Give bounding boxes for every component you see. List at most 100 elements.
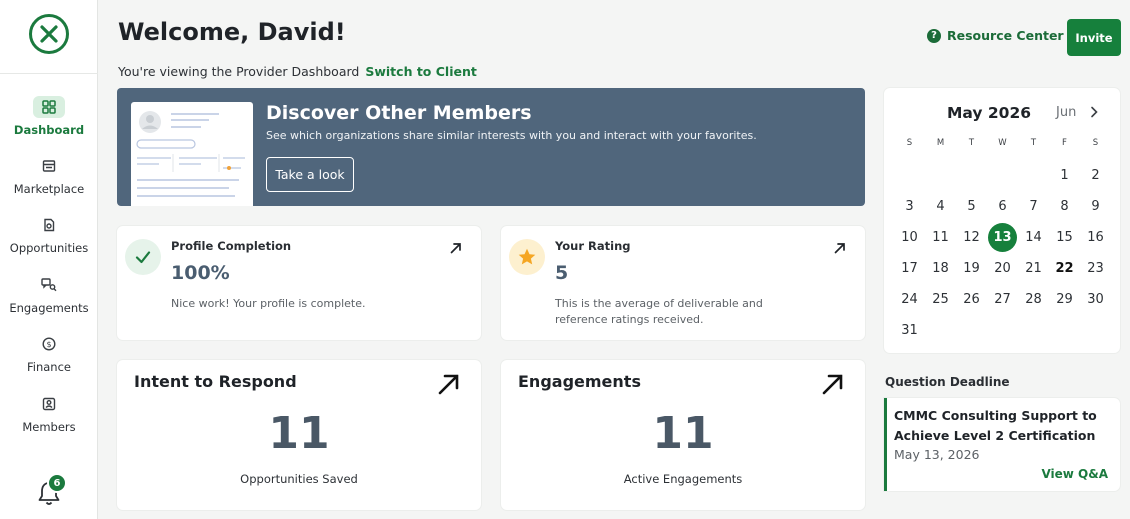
- sidebar-item-opportunities[interactable]: Opportunities: [0, 214, 98, 270]
- resource-center-link[interactable]: ? Resource Center: [927, 28, 1064, 43]
- calendar-day[interactable]: 20: [987, 253, 1018, 284]
- calendar-day[interactable]: 15: [1049, 222, 1080, 253]
- intent-to-respond-card[interactable]: Intent to Respond 11 Opportunities Saved: [117, 360, 481, 510]
- opportunities-icon: [33, 214, 65, 236]
- view-qa-link[interactable]: View Q&A: [1041, 467, 1108, 481]
- take-a-look-button[interactable]: Take a look: [266, 157, 354, 192]
- calendar-day[interactable]: 31: [894, 315, 925, 346]
- svg-text:$: $: [46, 340, 51, 349]
- calendar-day[interactable]: 8: [1049, 191, 1080, 222]
- calendar-day[interactable]: 27: [987, 284, 1018, 315]
- profile-completion-card[interactable]: Profile Completion 100% Nice work! Your …: [117, 226, 481, 340]
- calendar-day[interactable]: 23: [1080, 253, 1111, 284]
- engagements-card[interactable]: Engagements 11 Active Engagements: [501, 360, 865, 510]
- card-subtitle: Active Engagements: [623, 472, 743, 486]
- calendar-day-label: 8: [1060, 199, 1069, 214]
- calendar-day[interactable]: 11: [925, 222, 956, 253]
- calendar-day-label: 28: [1025, 292, 1042, 307]
- resource-center-label: Resource Center: [947, 28, 1064, 43]
- sidebar-divider: [0, 73, 98, 74]
- viewing-text: You're viewing the Provider Dashboard: [118, 64, 360, 79]
- calendar-day-label: 11: [932, 230, 949, 245]
- calendar-empty-cell: [987, 315, 1018, 346]
- calendar-day[interactable]: 10: [894, 222, 925, 253]
- calendar-day[interactable]: 24: [894, 284, 925, 315]
- calendar-day[interactable]: 1: [1049, 160, 1080, 191]
- calendar-day[interactable]: 2: [1080, 160, 1111, 191]
- calendar-widget: May 2026 Jun S M T W T F S 1 2 3 4 5 6 7 8 9 10 11 12 13 14 1…: [884, 88, 1120, 353]
- calendar-day-label: 22: [1055, 261, 1074, 276]
- switch-to-client-link[interactable]: Switch to Client: [365, 64, 476, 79]
- sidebar-item-members[interactable]: Members: [0, 393, 98, 449]
- calendar-day[interactable]: 18: [925, 253, 956, 284]
- calendar-day[interactable]: 3: [894, 191, 925, 222]
- arrow-up-right-icon[interactable]: [833, 241, 847, 255]
- calendar-day-label: 16: [1087, 230, 1104, 245]
- calendar-day[interactable]: 6: [987, 191, 1018, 222]
- calendar-day-label: [988, 316, 1017, 345]
- card-subtitle: Opportunities Saved: [240, 472, 358, 486]
- marketplace-icon: [33, 155, 65, 177]
- sidebar-item-marketplace[interactable]: Marketplace: [0, 155, 98, 211]
- calendar-day-label: 5: [967, 199, 976, 214]
- calendar-day[interactable]: 17: [894, 253, 925, 284]
- dashboard-context: You're viewing the Provider Dashboard Swi…: [118, 64, 477, 79]
- calendar-day-label: 2: [1091, 168, 1100, 183]
- checkmark-icon: [125, 239, 161, 275]
- calendar-day[interactable]: 7: [1018, 191, 1049, 222]
- calendar-weekday: W: [998, 138, 1007, 148]
- calendar-empty-cell: [925, 315, 956, 346]
- card-title: Intent to Respond: [134, 372, 297, 391]
- chevron-right-icon[interactable]: [1089, 106, 1099, 118]
- sidebar-item-dashboard[interactable]: Dashboard: [0, 96, 98, 152]
- arrow-up-right-icon[interactable]: [821, 372, 845, 396]
- calendar-empty-cell: [925, 160, 956, 191]
- sidebar-item-label: Engagements: [9, 301, 89, 315]
- calendar-day[interactable]: 13: [987, 222, 1018, 253]
- your-rating-card[interactable]: Your Rating 5 This is the average of del…: [501, 226, 865, 340]
- sidebar-item-label: Opportunities: [9, 241, 89, 255]
- calendar-day-label: 31: [901, 323, 918, 338]
- calendar-day[interactable]: 22: [1049, 253, 1080, 284]
- banner-title: Discover Other Members: [266, 102, 532, 124]
- calendar-day[interactable]: 4: [925, 191, 956, 222]
- sidebar-item-finance[interactable]: $ Finance: [0, 333, 98, 389]
- calendar-day-label: [926, 316, 955, 345]
- calendar-day-label: 3: [905, 199, 914, 214]
- calendar-empty-cell: [987, 160, 1018, 191]
- calendar-day[interactable]: 19: [956, 253, 987, 284]
- logo-icon[interactable]: [28, 13, 70, 55]
- invite-button[interactable]: Invite: [1067, 19, 1121, 56]
- calendar-weekday: F: [1062, 138, 1067, 148]
- card-label: Your Rating: [555, 239, 631, 253]
- question-deadline-card[interactable]: CMMC Consulting Support to Achieve Level…: [884, 398, 1120, 491]
- calendar-day-label: 24: [901, 292, 918, 307]
- next-month-button[interactable]: Jun: [1056, 105, 1076, 120]
- opportunities-saved-count: 11: [268, 408, 330, 459]
- calendar-weekday: S: [1092, 138, 1099, 148]
- calendar-day[interactable]: 16: [1080, 222, 1111, 253]
- calendar-day[interactable]: 12: [956, 222, 987, 253]
- sidebar-item-label: Dashboard: [13, 123, 85, 137]
- arrow-up-right-icon[interactable]: [437, 372, 461, 396]
- calendar-day-label: 27: [994, 292, 1011, 307]
- calendar-day-label: 29: [1056, 292, 1073, 307]
- calendar-day[interactable]: 30: [1080, 284, 1111, 315]
- calendar-day[interactable]: 14: [1018, 222, 1049, 253]
- calendar-day[interactable]: 5: [956, 191, 987, 222]
- calendar-day-label: 21: [1025, 261, 1042, 276]
- sidebar-item-engagements[interactable]: Engagements: [0, 274, 98, 330]
- calendar-day-label: 7: [1029, 199, 1038, 214]
- arrow-up-right-icon[interactable]: [449, 241, 463, 255]
- calendar-day-label: [895, 161, 924, 190]
- banner-subtitle: See which organizations share similar in…: [266, 129, 757, 142]
- calendar-day[interactable]: 9: [1080, 191, 1111, 222]
- calendar-day[interactable]: 28: [1018, 284, 1049, 315]
- app-root: Dashboard Marketplace Opportunities Enga…: [0, 0, 1130, 519]
- calendar-day[interactable]: 29: [1049, 284, 1080, 315]
- calendar-day[interactable]: 26: [956, 284, 987, 315]
- calendar-day[interactable]: 25: [925, 284, 956, 315]
- rating-value: 5: [555, 262, 569, 284]
- calendar-grid: S M T W T F S 1 2 3 4 5 6 7 8 9 10 11 12 13 14 15 16 17 18 19 20 21…: [894, 138, 1111, 346]
- calendar-day[interactable]: 21: [1018, 253, 1049, 284]
